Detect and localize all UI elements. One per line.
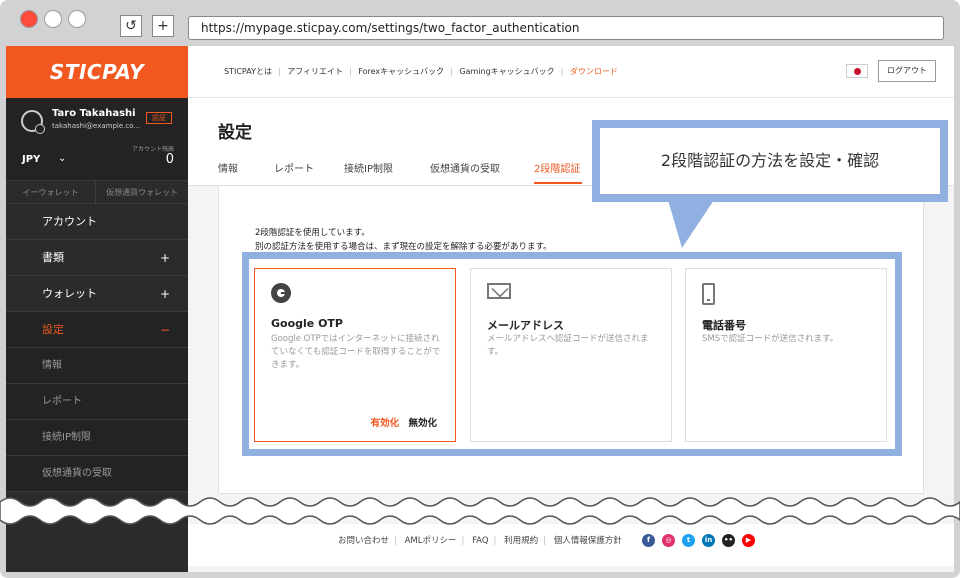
card-description: SMSで認証コードが送信されます。	[702, 334, 839, 344]
enable-link[interactable]: 有効化	[371, 418, 400, 429]
status-note: 別の認証方法を使用する場合は、まず現在の設定を解除する必要があります。	[255, 242, 552, 252]
sidebar-item-wallet[interactable]: ウォレット +	[6, 276, 188, 312]
tab-info[interactable]: 情報	[218, 160, 238, 175]
user-panel: Taro Takahashi takahashi@example.co... 認…	[6, 98, 188, 180]
sidebar-item-crypto-receive[interactable]: 仮想通貨の受取	[6, 456, 188, 492]
sidebar-item-ip-restriction[interactable]: 接続IP制限	[6, 420, 188, 456]
nav-link-gaming-cashback[interactable]: Gamingキャッシュバック	[459, 67, 554, 76]
expand-icon[interactable]: +	[160, 276, 170, 312]
card-title: 電話番号	[702, 319, 746, 332]
sidebar-item-label: 書類	[42, 251, 64, 264]
logout-button[interactable]: ログアウト	[878, 60, 936, 82]
tab-report[interactable]: レポート	[274, 160, 314, 175]
maximize-window-button[interactable]	[68, 10, 86, 28]
linkedin-icon[interactable]: in	[702, 534, 715, 547]
tab-two-factor[interactable]: 2段階認証	[534, 160, 580, 175]
wallet-tabs: イーウォレット 仮想通貨ウォレット	[6, 180, 188, 205]
top-nav: STICPAYとは | アフィリエイト | Forexキャッシュバック | Gamin…	[224, 67, 618, 76]
tab-ip-restriction[interactable]: 接続IP制限	[344, 160, 393, 175]
minimize-window-button[interactable]	[44, 10, 62, 28]
twitter-icon[interactable]: t	[682, 534, 695, 547]
footer-link-aml-policy[interactable]: AMLポリシー	[405, 536, 457, 546]
sidebar-item-label: レポート	[42, 396, 82, 407]
footer-links: お問い合わせ | AMLポリシー | FAQ | 利用規約 | 個人情報保護方針	[338, 536, 622, 546]
sidebar-item-label: 設定	[42, 323, 64, 336]
card-actions: 有効化 無効化	[371, 415, 437, 429]
page-footer: お問い合わせ | AMLポリシー | FAQ | 利用規約 | 個人情報保護方針 f ◎…	[188, 524, 954, 566]
nav-link-affiliate[interactable]: アフィリエイト	[287, 67, 343, 76]
torn-edge-divider	[0, 497, 960, 525]
japan-flag-icon[interactable]	[846, 64, 868, 78]
status-message: 2段階認証を使用しています。	[255, 228, 370, 238]
card-description: Google OTPではインターネットに接続されていなくても認証コードを取得する…	[271, 334, 441, 370]
avatar[interactable]	[21, 110, 45, 134]
sidebar-item-account[interactable]: アカウント	[6, 204, 188, 240]
mail-icon	[487, 283, 511, 299]
close-window-button[interactable]	[20, 10, 38, 28]
address-bar[interactable]: https://mypage.sticpay.com/settings/two_…	[188, 16, 944, 40]
verified-badge: 認証	[146, 112, 172, 124]
footer-link-privacy[interactable]: 個人情報保護方針	[554, 536, 622, 546]
instagram-icon[interactable]: ◎	[662, 534, 675, 547]
google-authenticator-icon	[271, 283, 291, 303]
youtube-icon[interactable]: ▶	[742, 534, 755, 547]
tab-e-wallet[interactable]: イーウォレット	[6, 181, 96, 205]
tab-crypto-wallet[interactable]: 仮想通貨ウォレット	[96, 181, 188, 205]
browser-window: ↺ + https://mypage.sticpay.com/settings/…	[0, 0, 960, 578]
sidebar-item-settings[interactable]: 設定 −	[6, 312, 188, 348]
footer-link-contact[interactable]: お問い合わせ	[338, 536, 389, 546]
callout-box: 2段階認証の方法を設定・確認	[592, 120, 948, 202]
tab-crypto-receive[interactable]: 仮想通貨の受取	[430, 160, 500, 175]
currency-select[interactable]: JPY	[22, 154, 40, 165]
sidebar-item-documents[interactable]: 書類 +	[6, 240, 188, 276]
collapse-icon[interactable]: −	[160, 312, 170, 348]
nav-link-download[interactable]: ダウンロード	[570, 67, 618, 76]
method-card-google-otp[interactable]: Google OTP Google OTPではインターネットに接続されていなくて…	[254, 268, 456, 442]
sidebar-item-label: ウォレット	[42, 287, 97, 300]
browser-chrome: ↺ + https://mypage.sticpay.com/settings/…	[0, 0, 960, 46]
sticpay-logo[interactable]: STICPAY	[6, 46, 188, 98]
new-tab-button[interactable]: +	[152, 15, 174, 37]
user-email: takahashi@example.co...	[52, 122, 141, 130]
active-tab-indicator	[534, 182, 582, 184]
nav-link-forex-cashback[interactable]: Forexキャッシュバック	[358, 67, 444, 76]
callout-text: 2段階認証の方法を設定・確認	[600, 128, 940, 194]
top-header: STICPAYとは | アフィリエイト | Forexキャッシュバック | Gamin…	[188, 46, 954, 98]
footer-link-terms[interactable]: 利用規約	[504, 536, 538, 546]
page-title: 設定	[218, 123, 252, 143]
sidebar-item-label: 情報	[42, 360, 62, 371]
user-name: Taro Takahashi	[52, 108, 136, 119]
sidebar-item-info[interactable]: 情報	[6, 348, 188, 384]
sidebar-item-label: アカウント	[42, 215, 97, 228]
phone-icon	[702, 283, 715, 305]
account-balance: 0	[165, 152, 174, 167]
card-title: メールアドレス	[487, 319, 564, 332]
nav-link-about[interactable]: STICPAYとは	[224, 67, 272, 76]
facebook-icon[interactable]: f	[642, 534, 655, 547]
card-description: メールアドレスへ認証コードが送信されます。	[487, 334, 649, 357]
sidebar-item-label: 仮想通貨の受取	[42, 468, 112, 479]
expand-icon[interactable]: +	[160, 240, 170, 276]
sidebar-footer	[6, 524, 188, 572]
reload-icon[interactable]: ↺	[120, 15, 142, 37]
sidebar-item-report[interactable]: レポート	[6, 384, 188, 420]
footer-link-faq[interactable]: FAQ	[472, 536, 488, 546]
method-card-email[interactable]: メールアドレス メールアドレスへ認証コードが送信されます。	[470, 268, 672, 442]
flickr-icon[interactable]: ••	[722, 534, 735, 547]
card-title: Google OTP	[271, 317, 343, 330]
disable-link[interactable]: 無効化	[408, 418, 437, 429]
method-card-phone[interactable]: 電話番号 SMSで認証コードが送信されます。	[685, 268, 887, 442]
callout-pointer	[668, 200, 714, 248]
chevron-down-icon[interactable]: ⌄	[58, 153, 66, 164]
sidebar-item-label: 接続IP制限	[42, 432, 91, 443]
